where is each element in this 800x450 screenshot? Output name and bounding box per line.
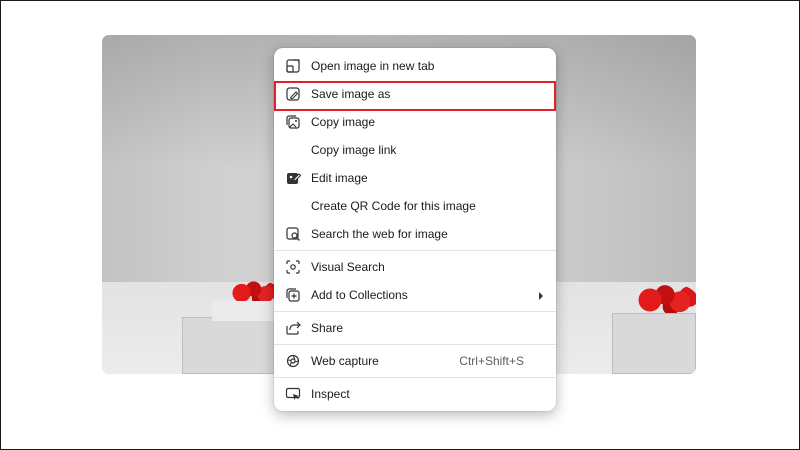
menu-item-label: Share (311, 321, 344, 335)
menu-item-label: Add to Collections (311, 288, 408, 302)
red-flowers-right (638, 283, 696, 317)
menu-item-copy-image-link[interactable]: Copy image link (274, 136, 556, 164)
menu-item-label: Inspect (311, 387, 350, 401)
menu-item-label: Search the web for image (311, 227, 448, 241)
menu-item-label: Visual Search (311, 260, 385, 274)
menu-item-label: Web capture (311, 354, 379, 368)
menu-item-copy-image[interactable]: Copy image (274, 108, 556, 136)
menu-item-add-to-collections[interactable]: Add to Collections (274, 281, 556, 309)
collections-icon (285, 287, 301, 303)
context-menu: Open image in new tab Save image as Copy… (274, 48, 556, 411)
search-web-image-icon (285, 226, 301, 242)
share-icon (285, 320, 301, 336)
menu-separator (274, 344, 556, 345)
menu-item-visual-search[interactable]: Visual Search (274, 253, 556, 281)
menu-item-label: Open image in new tab (311, 59, 435, 73)
menu-item-label: Create QR Code for this image (311, 199, 476, 213)
menu-item-label: Copy image link (311, 143, 397, 157)
highlight-box (274, 81, 556, 111)
visual-search-icon (285, 259, 301, 275)
menu-item-label: Edit image (311, 171, 368, 185)
chevron-right-icon (537, 290, 545, 300)
menu-separator (274, 377, 556, 378)
web-capture-icon (285, 353, 301, 369)
menu-item-web-capture[interactable]: Web capture Ctrl+Shift+S (274, 347, 556, 375)
menu-item-open-image-new-tab[interactable]: Open image in new tab (274, 52, 556, 80)
menu-item-edit-image[interactable]: Edit image (274, 164, 556, 192)
edit-image-icon (285, 170, 301, 186)
menu-item-inspect[interactable]: Inspect (274, 380, 556, 408)
copy-image-icon (285, 114, 301, 130)
menu-item-search-web-image[interactable]: Search the web for image (274, 220, 556, 248)
menu-item-create-qr-code[interactable]: Create QR Code for this image (274, 192, 556, 220)
open-new-tab-icon (285, 58, 301, 74)
menu-separator (274, 250, 556, 251)
inspect-icon (285, 386, 301, 402)
pedestal-right (612, 313, 696, 374)
menu-item-share[interactable]: Share (274, 314, 556, 342)
menu-item-label: Copy image (311, 115, 376, 129)
shortcut-label: Ctrl+Shift+S (459, 354, 524, 368)
menu-separator (274, 311, 556, 312)
